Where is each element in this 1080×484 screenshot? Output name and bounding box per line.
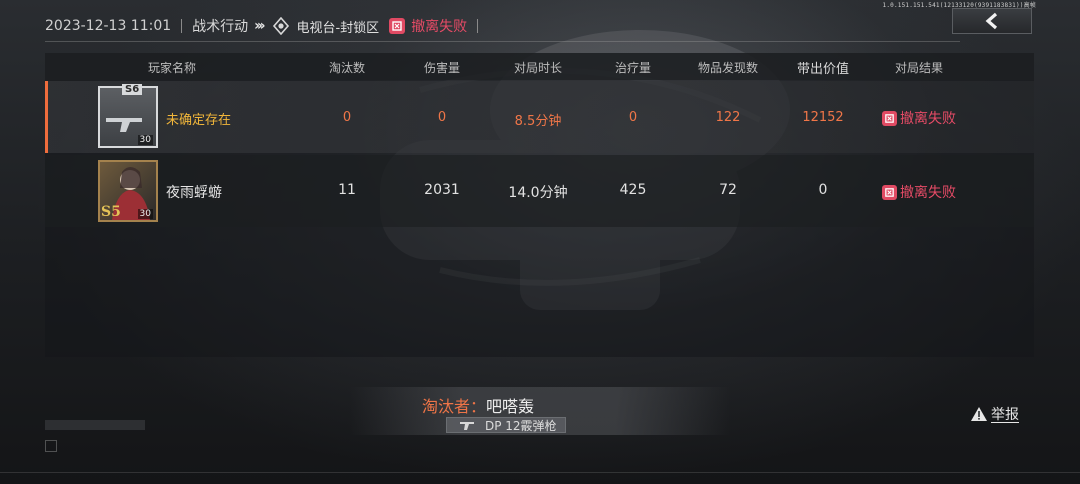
header-divider-end [477, 19, 479, 33]
col-eliminations: 淘汰数 [328, 61, 366, 75]
killer-label: 淘汰者： [422, 397, 487, 416]
bottom-divider [0, 472, 1080, 473]
value-extracted-value: 0 [818, 182, 828, 198]
player-level: 30 [137, 135, 153, 145]
weapon-tag: DP 12霰弹枪 [446, 417, 566, 433]
row-highlight-bar [45, 81, 48, 153]
header-bar: 2023-12-13 11:01 战术行动 ››› 电视台-封锁区 撤离失败 [45, 14, 960, 38]
player-level: 30 [137, 209, 153, 219]
items-found-value: 122 [715, 110, 741, 125]
col-result: 对局结果 [894, 61, 944, 75]
healing-value: 0 [628, 110, 638, 125]
match-result-label: 撤离失败 [411, 19, 468, 35]
faint-panel [45, 420, 145, 430]
avatar: S6 30 [98, 84, 158, 148]
scoreboard-table: 玩家名称 淘汰数 伤害量 对局时长 治疗量 物品发现数 带出价值 对局结果 S6… [45, 53, 1034, 357]
weapon-name: DP 12霰弹枪 [485, 418, 557, 433]
weapon-icon [460, 422, 474, 430]
col-items-found: 物品发现数 [697, 61, 759, 75]
warning-icon [971, 407, 987, 421]
result-cell: 撤离失败 [882, 182, 956, 202]
rank-badge: S5 [101, 204, 121, 220]
col-healing: 治疗量 [614, 61, 652, 75]
faint-checkbox [45, 440, 57, 452]
eliminations-value: 0 [342, 110, 352, 125]
back-button[interactable] [952, 8, 1032, 34]
header-underline [45, 41, 960, 42]
killer-name[interactable]: 吧嗒轰 [486, 397, 534, 416]
player-name[interactable]: 未确定存在 [166, 109, 231, 128]
fail-icon [389, 18, 406, 34]
col-damage: 伤害量 [423, 61, 461, 75]
back-chevron-icon [985, 12, 998, 30]
table-header: 玩家名称 淘汰数 伤害量 对局时长 治疗量 物品发现数 带出价值 对局结果 [45, 53, 1034, 80]
result-label: 撤离失败 [900, 111, 956, 127]
mode-label: 战术行动 [192, 19, 249, 35]
result-label: 撤离失败 [900, 185, 956, 201]
items-found-value: 72 [719, 182, 737, 198]
result-cell: 撤离失败 [882, 108, 956, 128]
table-row[interactable]: S5 30 夜雨蜉蝣 11 2031 14.0分钟 425 72 0 撤离失败 [45, 155, 1034, 227]
player-name[interactable]: 夜雨蜉蝣 [166, 182, 222, 202]
damage-value: 0 [437, 110, 447, 125]
eliminations-value: 11 [338, 182, 356, 198]
fail-icon [882, 184, 897, 200]
col-duration: 对局时长 [513, 61, 563, 75]
rank-badge: S6 [122, 84, 143, 95]
col-value-extracted: 带出价值 [796, 62, 850, 77]
duration-value: 14.0分钟 [508, 185, 568, 201]
gun-icon [106, 118, 142, 132]
killer-banner: 淘汰者：吧嗒轰 DP 12霰弹枪 [350, 387, 730, 435]
map-name: 电视台-封锁区 [296, 20, 380, 36]
damage-value: 2031 [424, 182, 460, 198]
header-divider [181, 19, 183, 33]
report-label: 举报 [991, 407, 1019, 423]
avatar: S5 30 [98, 160, 158, 222]
report-button[interactable]: 举报 [970, 404, 1019, 424]
chevron-right-icon: ››› [254, 18, 265, 34]
table-row[interactable]: S6 30 未确定存在 0 0 8.5分钟 0 122 12152 撤离失败 [45, 81, 1034, 153]
duration-value: 8.5分钟 [514, 114, 562, 129]
map-icon [273, 17, 290, 35]
fail-icon [882, 110, 897, 126]
value-extracted-value: 12152 [802, 110, 844, 125]
killer-line: 淘汰者：吧嗒轰 [422, 393, 534, 417]
col-player-name: 玩家名称 [147, 61, 197, 75]
healing-value: 425 [619, 182, 647, 198]
match-date: 2023-12-13 11:01 [45, 18, 172, 34]
